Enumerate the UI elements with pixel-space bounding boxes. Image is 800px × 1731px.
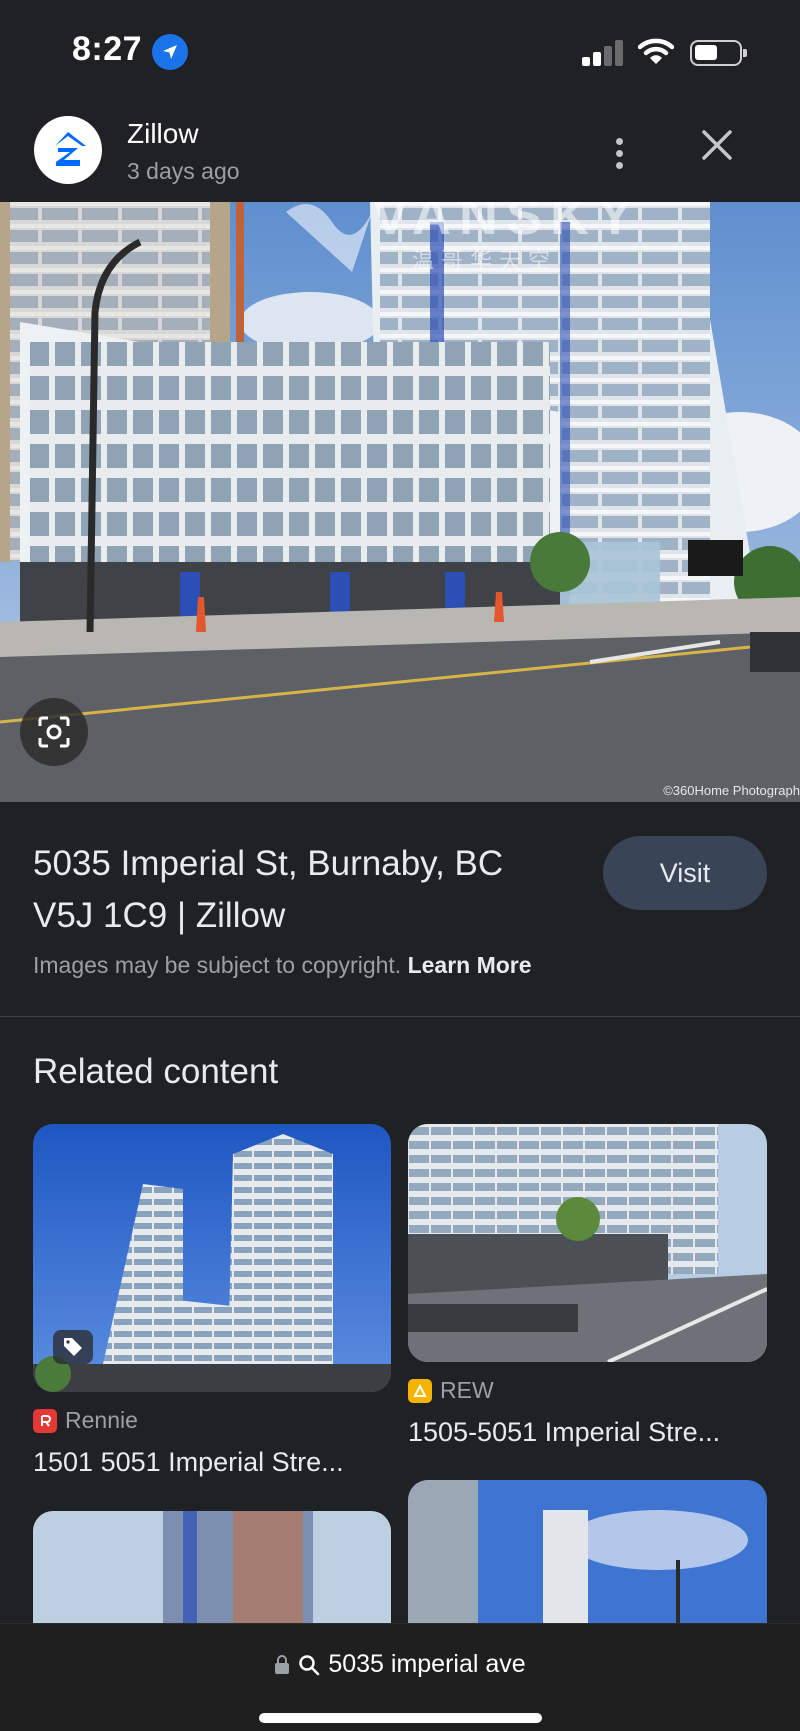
related-title[interactable]: 1505-5051 Imperial Stre... [408,1417,768,1448]
tag-icon [53,1330,93,1364]
related-source-name: Rennie [65,1407,138,1433]
google-lens-icon[interactable] [20,698,88,766]
close-icon[interactable] [694,122,740,168]
copyright-notice: Images may be subject to copyright. Lear… [33,952,532,979]
related-heading: Related content [33,1052,279,1091]
watermark-subtext: 温 哥 华 天 空 [412,249,550,274]
home-indicator [259,1713,542,1723]
status-bar: 8:27 [0,0,800,100]
copyright-text: Images may be subject to copyright. [33,952,402,978]
wifi-icon [637,38,675,71]
bottom-address-bar: 5035 imperial ave [0,1623,800,1731]
more-options-icon[interactable] [596,130,642,176]
related-card-image[interactable] [33,1124,391,1392]
search-icon [299,1654,320,1675]
status-time: 8:27 [72,30,143,68]
photo-credit: ©360Home Photograph [663,783,800,798]
divider [0,1016,800,1017]
related-source-name: REW [440,1377,494,1403]
location-arrow-icon [152,34,188,70]
page-title[interactable]: 5035 Imperial St, Burnaby, BC V5J 1C9 | … [33,838,553,942]
related-source: REW [408,1377,494,1404]
rew-logo-icon [408,1378,432,1403]
zillow-logo-icon[interactable] [34,116,102,184]
source-name[interactable]: Zillow [127,118,199,150]
related-card-image[interactable] [408,1124,767,1362]
url-text: 5035 imperial ave [328,1650,526,1678]
source-time: 3 days ago [127,158,240,184]
related-source: Rennie [33,1407,138,1434]
related-title[interactable]: 1501 5051 Imperial Stre... [33,1447,393,1478]
battery-icon [690,40,747,66]
main-image[interactable]: VANSKY 温 哥 华 天 空 ©360Home Photograph [0,202,800,802]
lock-icon [275,1654,290,1674]
url-bar[interactable]: 5035 imperial ave [0,1650,800,1679]
rennie-logo-icon [33,1408,57,1433]
learn-more-link[interactable]: Learn More [408,952,532,978]
watermark-text: VANSKY [372,202,641,246]
watermark: VANSKY 温 哥 华 天 空 [282,202,702,292]
visit-button[interactable]: Visit [603,836,767,910]
cellular-signal-icon [582,40,624,66]
source-header: Zillow 3 days ago [0,100,800,202]
result-details: 5035 Imperial St, Burnaby, BC V5J 1C9 | … [0,802,800,1017]
